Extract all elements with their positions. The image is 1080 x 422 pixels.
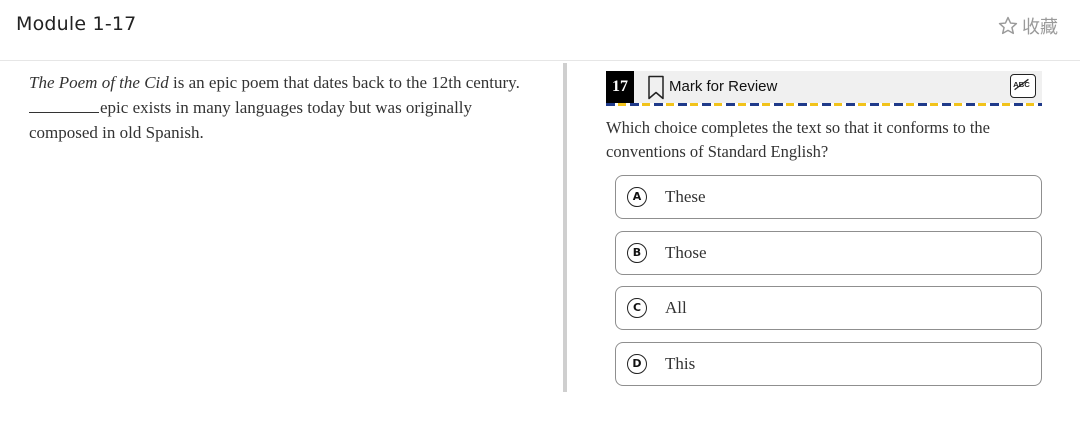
- choice-d[interactable]: D This: [615, 342, 1042, 386]
- question-text: Which choice completes the text so that …: [606, 118, 990, 161]
- choice-text-a: These: [665, 187, 706, 206]
- module-title: Module 1-17: [16, 13, 137, 35]
- star-outline-icon: [998, 16, 1018, 35]
- top-header: Module 1-17 收藏: [0, 0, 1080, 61]
- collect-label: 收藏: [1022, 17, 1058, 38]
- bookmark-icon[interactable]: [647, 75, 665, 101]
- choice-letter-c: C: [627, 298, 647, 318]
- collect-button[interactable]: 收藏: [997, 13, 1058, 39]
- passage-line1: is an epic poem that dates back to the 1…: [168, 73, 520, 92]
- passage-line3: composed in old Spanish.: [29, 123, 204, 142]
- choice-letter-b: B: [627, 243, 647, 263]
- choice-text-b: Those: [665, 243, 707, 262]
- choice-a[interactable]: A These: [615, 175, 1042, 219]
- choice-text-c: All: [665, 298, 687, 317]
- passage-line2: epic exists in many languages today but …: [100, 98, 473, 117]
- choice-c[interactable]: C All: [615, 286, 1042, 330]
- choice-b[interactable]: B Those: [615, 231, 1042, 275]
- question-number: 17: [606, 71, 634, 103]
- strikethrough-abc-icon: ABC: [1013, 78, 1030, 91]
- choice-text-d: This: [665, 354, 696, 373]
- strikethrough-abc-button[interactable]: ABC: [1010, 74, 1036, 98]
- choice-letter-a: A: [627, 187, 647, 207]
- blank-underline: [29, 98, 99, 113]
- mark-for-review-label[interactable]: Mark for Review: [669, 78, 777, 95]
- question-header-bar: 17 Mark for Review ABC: [606, 71, 1042, 103]
- panel-divider[interactable]: [563, 63, 567, 392]
- choice-letter-d: D: [627, 354, 647, 374]
- question-header-divider: [606, 103, 1042, 106]
- passage-text: The Poem of the Cid is an epic poem that…: [29, 70, 549, 145]
- passage-title: The Poem of the Cid: [29, 73, 169, 92]
